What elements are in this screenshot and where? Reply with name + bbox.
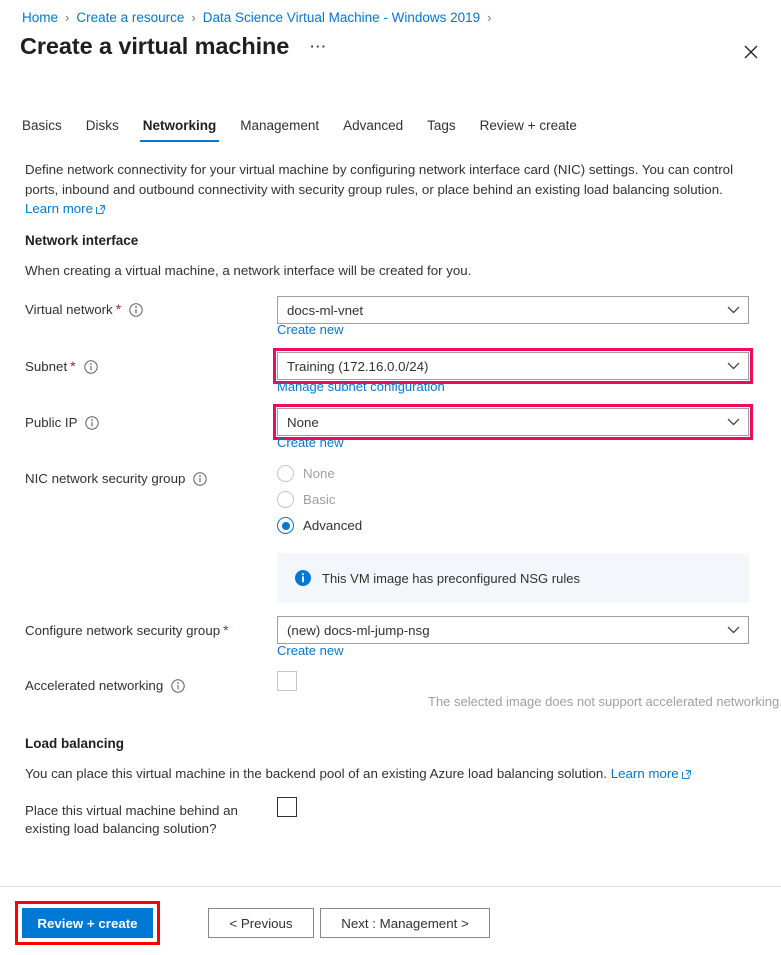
more-options-icon[interactable]: ⋯ (303, 38, 333, 56)
breadcrumb-separator-icon: › (191, 10, 196, 25)
info-icon[interactable] (171, 678, 185, 693)
nic-nsg-option-none: None (277, 465, 335, 482)
chevron-down-icon (727, 418, 740, 426)
radio-basic-label: Basic (303, 492, 336, 507)
manage-subnet-configuration-link[interactable]: Manage subnet configuration (277, 379, 445, 394)
nic-nsg-option-basic: Basic (277, 491, 336, 508)
place-behind-lb-checkbox[interactable] (277, 797, 297, 817)
place-behind-lb-label: Place this virtual machine behind an exi… (25, 802, 265, 838)
public-ip-create-new-link[interactable]: Create new (277, 435, 343, 450)
virtual-network-label: Virtual network * (25, 301, 143, 318)
configure-nsg-value: (new) docs-ml-jump-nsg (287, 622, 430, 638)
breadcrumb-separator-icon: › (65, 10, 70, 25)
configure-nsg-create-new-link[interactable]: Create new (277, 643, 343, 658)
close-icon[interactable] (737, 38, 765, 66)
public-ip-value: None (287, 414, 319, 430)
place-behind-lb-label-line1: Place this virtual machine behind an (25, 803, 238, 818)
info-circle-icon (295, 570, 311, 586)
external-link-icon (681, 765, 691, 784)
network-interface-subtext: When creating a virtual machine, a netwo… (25, 263, 472, 278)
review-create-button[interactable]: Review + create (22, 908, 153, 938)
intro-paragraph: Define network connectivity for your vir… (25, 160, 753, 220)
place-behind-lb-label-line2: existing load balancing solution? (25, 821, 217, 836)
intro-learn-more-link[interactable]: Learn more (25, 201, 105, 216)
chevron-down-icon (727, 626, 740, 634)
required-asterisk: * (70, 358, 76, 374)
subnet-value: Training (172.16.0.0/24) (287, 358, 429, 374)
virtual-network-dropdown[interactable]: docs-ml-vnet (277, 296, 749, 324)
radio-advanced[interactable] (277, 517, 294, 534)
page-title: Create a virtual machine (20, 33, 290, 59)
network-interface-heading: Network interface (25, 233, 139, 248)
nic-nsg-label: NIC network security group (25, 470, 208, 487)
configure-nsg-dropdown[interactable]: (new) docs-ml-jump-nsg (277, 616, 749, 644)
tab-disks[interactable]: Disks (74, 118, 131, 142)
tab-bar: Basics Disks Networking Management Advan… (22, 118, 589, 142)
radio-advanced-label: Advanced (303, 518, 363, 533)
footer-divider (0, 886, 781, 887)
title-row: Create a virtual machine ⋯ (20, 33, 761, 60)
breadcrumb-separator-icon: › (487, 10, 492, 25)
accelerated-networking-checkbox (277, 671, 297, 691)
nsg-info-banner-text: This VM image has preconfigured NSG rule… (322, 570, 580, 586)
breadcrumb-item-data-science-vm[interactable]: Data Science Virtual Machine - Windows 2… (203, 10, 480, 25)
required-asterisk: * (223, 622, 229, 638)
tab-advanced[interactable]: Advanced (331, 118, 415, 142)
subnet-dropdown[interactable]: Training (172.16.0.0/24) (277, 352, 749, 380)
chevron-down-icon (727, 306, 740, 314)
tab-review-create[interactable]: Review + create (468, 118, 589, 142)
tab-tags[interactable]: Tags (415, 118, 468, 142)
load-balancing-subtext: You can place this virtual machine in th… (25, 764, 753, 784)
load-balancing-learn-more-link[interactable]: Learn more (611, 766, 691, 781)
breadcrumb-item-create-a-resource[interactable]: Create a resource (76, 10, 184, 25)
breadcrumb-item-home[interactable]: Home (22, 10, 58, 25)
tab-networking[interactable]: Networking (131, 118, 229, 142)
subnet-label: Subnet * (25, 358, 98, 375)
accelerated-networking-label: Accelerated networking (25, 677, 185, 694)
breadcrumb: Home › Create a resource › Data Science … (22, 10, 499, 25)
required-asterisk: * (115, 301, 122, 317)
tab-management[interactable]: Management (228, 118, 331, 142)
tab-basics[interactable]: Basics (22, 118, 74, 142)
previous-button[interactable]: < Previous (208, 908, 314, 938)
load-balancing-heading: Load balancing (25, 736, 125, 751)
info-icon[interactable] (129, 302, 143, 317)
radio-none (277, 465, 294, 482)
chevron-down-icon (727, 362, 740, 370)
virtual-network-create-new-link[interactable]: Create new (277, 322, 343, 337)
info-icon[interactable] (83, 359, 98, 374)
public-ip-dropdown[interactable]: None (277, 408, 749, 436)
configure-nsg-label: Configure network security group * (25, 622, 229, 638)
next-management-button[interactable]: Next : Management > (320, 908, 490, 938)
virtual-network-value: docs-ml-vnet (287, 302, 364, 318)
radio-basic (277, 491, 294, 508)
nic-nsg-option-advanced[interactable]: Advanced (277, 517, 362, 534)
info-icon[interactable] (85, 415, 100, 430)
info-icon[interactable] (193, 471, 208, 486)
nsg-info-banner: This VM image has preconfigured NSG rule… (277, 553, 749, 603)
radio-none-label: None (303, 466, 335, 481)
public-ip-label: Public IP (25, 414, 100, 431)
accelerated-networking-note: The selected image does not support acce… (428, 694, 781, 709)
external-link-icon (96, 200, 105, 220)
intro-text: Define network connectivity for your vir… (25, 162, 734, 197)
